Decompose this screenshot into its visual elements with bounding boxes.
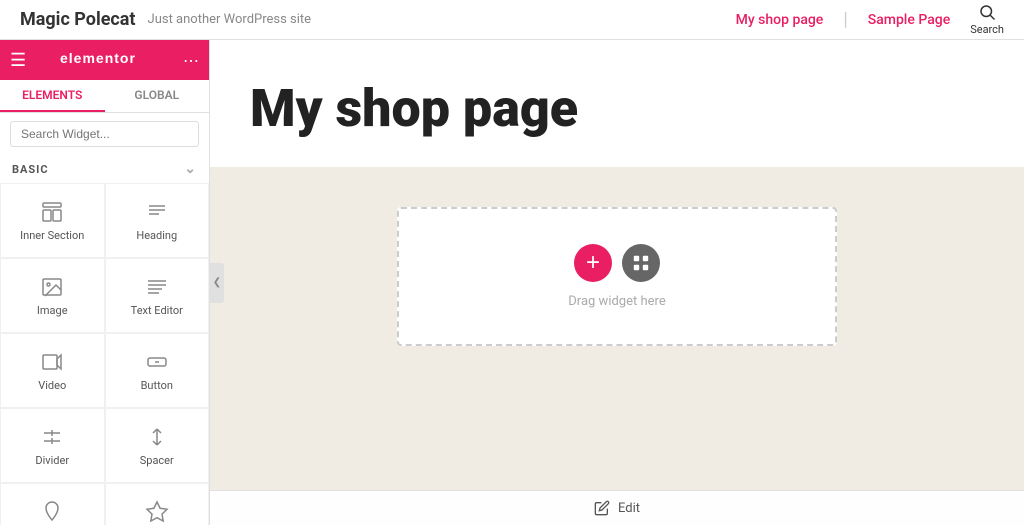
- top-nav: My shop page | Sample Page Search: [736, 3, 1004, 36]
- drag-widget-text: Drag widget here: [568, 294, 665, 309]
- widget-video[interactable]: Video: [0, 333, 105, 408]
- canvas-footer: Edit: [210, 490, 1024, 525]
- basic-section-header[interactable]: BASIC ⌄: [0, 155, 209, 183]
- svg-text:elementor: elementor: [60, 50, 136, 66]
- widget-grid: Inner Section Heading Image: [0, 183, 209, 525]
- basic-chevron-icon: ⌄: [184, 161, 197, 177]
- spacer-icon: [145, 425, 169, 449]
- widget-image[interactable]: Image: [0, 258, 105, 333]
- page-beige-section[interactable]: + Drag widget here: [210, 167, 1024, 525]
- canvas: My shop page + Drag widget here: [210, 40, 1024, 525]
- search-icon: [978, 3, 996, 21]
- search-button[interactable]: Search: [970, 3, 1004, 36]
- widget-google-maps[interactable]: Google Maps: [0, 483, 105, 525]
- nav-divider: |: [843, 9, 847, 30]
- drop-zone[interactable]: + Drag widget here: [397, 207, 837, 346]
- widget-image-label: Image: [37, 304, 68, 317]
- elementor-logo-svg: elementor: [60, 49, 150, 67]
- google-maps-icon: [40, 500, 64, 524]
- sidebar-tabs: ELEMENTS GLOBAL: [0, 80, 209, 113]
- basic-section-title: BASIC: [12, 163, 49, 176]
- grid-button[interactable]: [622, 244, 660, 282]
- site-tagline: Just another WordPress site: [148, 12, 312, 27]
- widget-divider[interactable]: Divider: [0, 408, 105, 483]
- edit-icon: [594, 500, 610, 516]
- search-label: Search: [970, 23, 1004, 36]
- widget-button[interactable]: Button: [105, 333, 210, 408]
- video-icon: [40, 350, 64, 374]
- image-icon: [40, 275, 64, 299]
- widget-spacer[interactable]: Spacer: [105, 408, 210, 483]
- widget-inner-section[interactable]: Inner Section: [0, 183, 105, 258]
- inner-section-icon: [40, 200, 64, 224]
- sidebar-collapse-handle[interactable]: ❮: [210, 263, 224, 303]
- edit-label[interactable]: Edit: [618, 501, 640, 516]
- tab-global[interactable]: GLOBAL: [105, 80, 210, 112]
- search-widget-input[interactable]: [10, 121, 199, 147]
- text-editor-icon: [145, 275, 169, 299]
- drop-zone-buttons: +: [574, 244, 660, 282]
- widget-text-editor[interactable]: Text Editor: [105, 258, 210, 333]
- sidebar: ☰ elementor ⋯ ELEMENTS GLOBAL: [0, 40, 210, 525]
- widget-spacer-label: Spacer: [140, 454, 174, 467]
- widget-divider-label: Divider: [35, 454, 69, 467]
- tab-elements[interactable]: ELEMENTS: [0, 80, 105, 112]
- elementor-logo: elementor: [26, 49, 183, 71]
- grid-icon: [632, 254, 650, 272]
- page-white-section: My shop page: [210, 40, 1024, 167]
- widget-heading-label: Heading: [136, 229, 177, 242]
- widget-video-label: Video: [38, 379, 66, 392]
- main-layout: ☰ elementor ⋯ ELEMENTS GLOBAL: [0, 40, 1024, 525]
- widget-inner-section-label: Inner Section: [20, 229, 84, 242]
- sidebar-search: [0, 113, 209, 155]
- top-bar: Magic Polecat Just another WordPress sit…: [0, 0, 1024, 40]
- widget-icon[interactable]: Icon: [105, 483, 210, 525]
- widget-text-editor-label: Text Editor: [131, 304, 183, 317]
- sidebar-wrapper: ☰ elementor ⋯ ELEMENTS GLOBAL: [0, 40, 210, 525]
- page-heading: My shop page: [250, 80, 984, 137]
- heading-icon: [145, 200, 169, 224]
- apps-icon[interactable]: ⋯: [183, 51, 199, 70]
- button-icon: [145, 350, 169, 374]
- nav-sample-link[interactable]: Sample Page: [868, 12, 950, 28]
- widget-heading[interactable]: Heading: [105, 183, 210, 258]
- nav-shop-link[interactable]: My shop page: [736, 12, 824, 28]
- icon-widget-icon: [145, 500, 169, 524]
- add-widget-button[interactable]: +: [574, 244, 612, 282]
- site-title: Magic Polecat: [20, 9, 136, 30]
- widget-button-label: Button: [141, 379, 173, 392]
- hamburger-icon[interactable]: ☰: [10, 50, 26, 71]
- divider-icon: [40, 425, 64, 449]
- sidebar-topbar: ☰ elementor ⋯: [0, 40, 209, 80]
